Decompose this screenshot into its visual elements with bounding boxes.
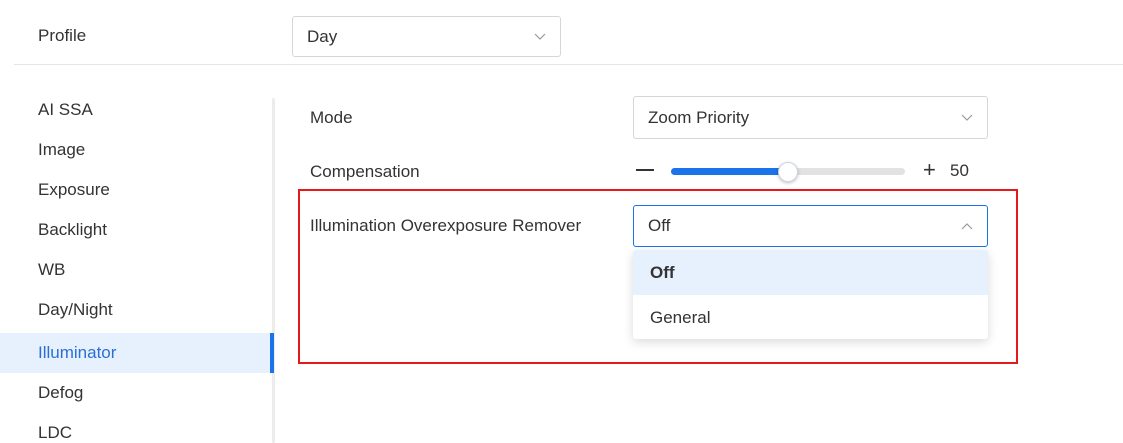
profile-select-value: Day: [307, 26, 338, 46]
chevron-up-icon: [961, 223, 973, 230]
sidebar-item-label: LDC: [38, 423, 73, 442]
sidebar-item-backlight[interactable]: Backlight: [0, 210, 272, 250]
mode-label: Mode: [310, 108, 353, 127]
sidebar-item-exposure[interactable]: Exposure: [0, 170, 272, 210]
settings-page: Profile Day AI SSA Image Exposure Backli…: [0, 0, 1123, 443]
compensation-slider[interactable]: [671, 162, 905, 182]
dropdown-option-label: General: [650, 307, 711, 327]
compensation-value: 50: [950, 161, 969, 180]
sidebar-item-ldc[interactable]: LDC: [0, 413, 272, 443]
mode-select[interactable]: Zoom Priority: [633, 96, 988, 139]
illumination-dropdown-menu: Off General: [633, 250, 988, 339]
sidebar-item-wb[interactable]: WB: [0, 250, 272, 290]
sidebar-item-illuminator[interactable]: Illuminator: [0, 333, 272, 373]
mode-select-value: Zoom Priority: [648, 107, 750, 127]
profile-select[interactable]: Day: [292, 16, 561, 57]
slider-fill: [671, 168, 788, 175]
sidebar-item-label: WB: [38, 260, 66, 279]
sidebar-item-label: Defog: [38, 383, 84, 402]
compensation-label: Compensation: [310, 162, 420, 181]
sidebar-item-label: Backlight: [38, 220, 107, 239]
sidebar-divider: [272, 98, 275, 443]
sidebar: AI SSA Image Exposure Backlight WB Day/N…: [0, 90, 276, 443]
sidebar-item-label: Image: [38, 140, 86, 159]
illumination-select-value: Off: [648, 216, 671, 235]
header-divider: [14, 64, 1123, 65]
sidebar-item-label: AI SSA: [38, 100, 93, 119]
sidebar-item-label: Exposure: [38, 180, 110, 199]
chevron-down-icon: [961, 114, 973, 121]
sidebar-item-defog[interactable]: Defog: [0, 373, 272, 413]
profile-label: Profile: [38, 26, 87, 45]
decrease-button[interactable]: [636, 169, 654, 171]
dropdown-option-general[interactable]: General: [633, 295, 988, 339]
dropdown-option-label: Off: [650, 262, 675, 282]
slider-handle[interactable]: [778, 162, 798, 182]
sidebar-active-indicator: [270, 333, 274, 373]
increase-button[interactable]: +: [923, 159, 936, 181]
sidebar-item-label: Illuminator: [38, 343, 117, 362]
sidebar-item-ai-ssa[interactable]: AI SSA: [0, 90, 272, 130]
illumination-overexposure-remover-label: Illumination Overexposure Remover: [310, 216, 582, 235]
illumination-overexposure-remover-select[interactable]: Off: [633, 205, 988, 247]
sidebar-item-label: Day/Night: [38, 300, 113, 319]
chevron-down-icon: [534, 33, 546, 40]
sidebar-item-image[interactable]: Image: [0, 130, 272, 170]
sidebar-item-day-night[interactable]: Day/Night: [0, 290, 272, 330]
dropdown-option-off[interactable]: Off: [633, 250, 988, 295]
